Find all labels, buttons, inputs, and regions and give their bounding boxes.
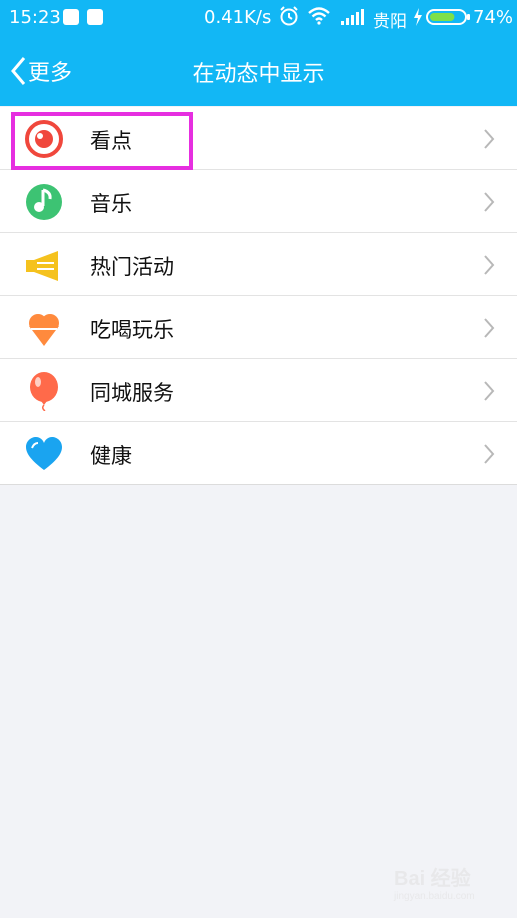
chevron-right-icon <box>484 444 495 464</box>
list-item-events[interactable]: 热门活动 <box>0 233 517 296</box>
list-item-city-services[interactable]: 同城服务 <box>0 359 517 422</box>
list-item-label: 看点 <box>90 129 132 153</box>
shield-notification-icon <box>63 9 79 25</box>
network-speed: 0.41K/s <box>204 7 272 28</box>
heart-icon <box>26 437 62 470</box>
list-item-label: 健康 <box>90 444 132 468</box>
alarm-icon <box>280 6 298 26</box>
nav-bar: 更多 在动态中显示 <box>0 36 517 106</box>
list-item-kandian[interactable]: 看点 <box>0 107 517 170</box>
carrier-name: 贵阳 <box>373 12 407 32</box>
list-item-label: 同城服务 <box>90 381 174 405</box>
battery-icon <box>426 9 470 25</box>
status-bar: 15:23 0.41K/s 贵阳 74% <box>0 0 517 36</box>
watermark: Bai 经验 jingyan.baidu.com <box>394 862 475 902</box>
music-note-icon <box>26 184 62 220</box>
signal-icon <box>341 9 364 25</box>
list-item-label: 吃喝玩乐 <box>90 318 174 342</box>
settings-list: 看点 音乐 热门活动 吃喝玩乐 同城服务 健康 <box>0 107 517 485</box>
list-item-label: 音乐 <box>90 192 132 216</box>
battery-percent: 74% <box>473 7 514 28</box>
chevron-right-icon <box>484 381 495 401</box>
watermark-text: Bai 经验 <box>394 868 471 890</box>
ice-cream-icon <box>29 314 59 346</box>
list-item-music[interactable]: 音乐 <box>0 170 517 233</box>
chevron-right-icon <box>484 192 495 212</box>
megaphone-icon <box>26 251 58 281</box>
chevron-right-icon <box>484 255 495 275</box>
eye-icon <box>25 120 63 158</box>
list-item-label: 热门活动 <box>90 255 174 279</box>
balloon-icon <box>30 372 58 411</box>
status-time: 15:23 <box>9 7 61 28</box>
wifi-icon <box>308 7 330 25</box>
charging-icon <box>414 8 422 26</box>
app-notification-icon <box>87 9 103 25</box>
chevron-right-icon <box>484 318 495 338</box>
list-item-health[interactable]: 健康 <box>0 422 517 484</box>
list-item-food-fun[interactable]: 吃喝玩乐 <box>0 296 517 359</box>
page-title: 在动态中显示 <box>192 62 325 87</box>
chevron-right-icon <box>484 129 495 149</box>
watermark-subtext: jingyan.baidu.com <box>394 891 475 902</box>
